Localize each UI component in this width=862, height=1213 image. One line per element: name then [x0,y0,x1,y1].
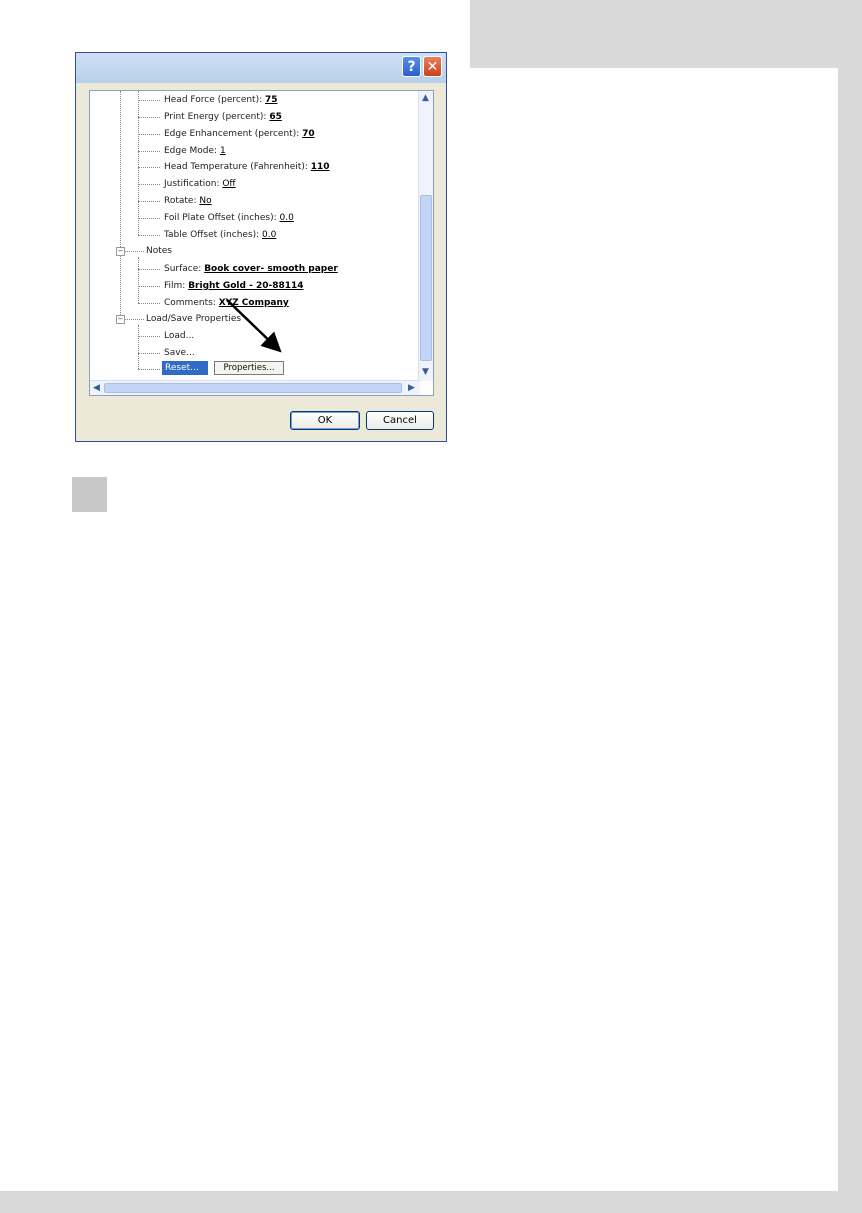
annotation-arrow-icon [226,299,282,353]
ok-button[interactable]: OK [290,411,360,430]
cancel-button[interactable]: Cancel [366,411,434,430]
page-frame-top [470,0,862,68]
step-marker [72,477,107,512]
properties-tree[interactable]: − − Head Force (percent): 75 Print Energ… [89,90,434,396]
dialog-titlebar[interactable]: ? ✕ [76,53,446,83]
help-button[interactable]: ? [402,56,421,77]
page-frame-bottom [0,1191,862,1213]
page-frame-right [838,68,862,1213]
properties-dialog: ? ✕ − − Head Force (percent): 75 Print E… [75,52,447,442]
close-button[interactable]: ✕ [423,56,442,77]
